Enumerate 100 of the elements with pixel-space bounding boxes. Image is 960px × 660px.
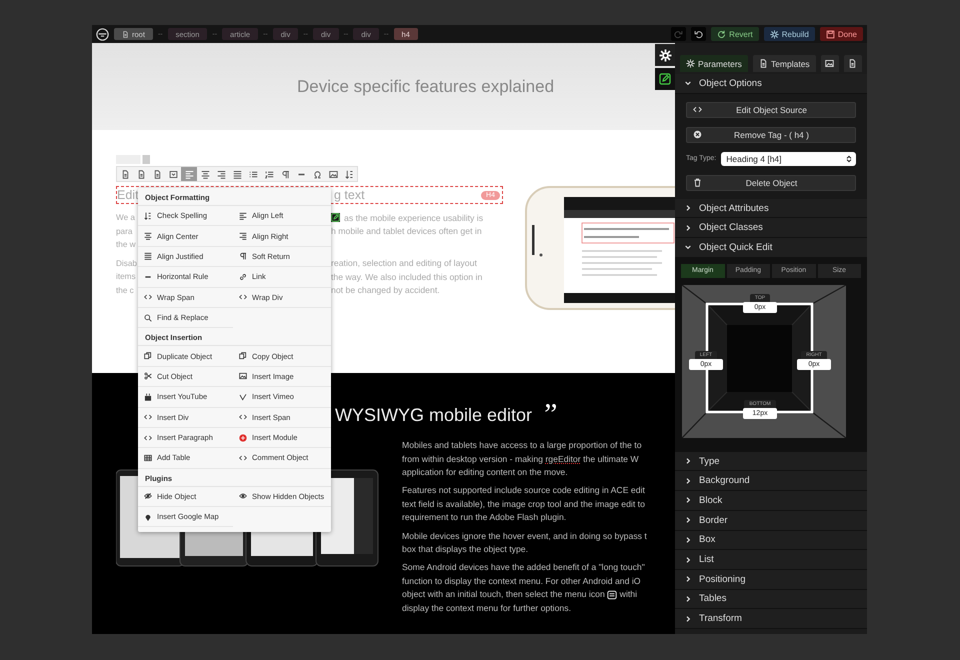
bullet-list-icon (248, 170, 258, 178)
paragraph-text: the c (116, 286, 135, 295)
search-icon (144, 314, 152, 322)
chevron-right-icon (684, 594, 692, 603)
page-title: Device specific features explained (297, 76, 554, 96)
plus-icon (239, 434, 247, 442)
source-button[interactable]: Edit Object Source (686, 102, 856, 118)
code-icon (693, 105, 702, 114)
paragraph-line: from within desktop version - making rgeEditor the ultimate W (402, 452, 640, 466)
paragraph-text: items (116, 272, 137, 282)
document-icon (152, 170, 162, 178)
align-center-icon (144, 232, 152, 240)
document-icon (136, 170, 146, 178)
panel-tab[interactable] (844, 55, 862, 72)
pencil-icon (659, 73, 671, 85)
revert-button[interactable]: Revert (711, 27, 759, 41)
edit-toggle-button[interactable] (655, 68, 675, 90)
panel-tab[interactable]: Parameters (680, 55, 748, 72)
trash-icon (693, 178, 702, 188)
paragraph-text: reation, selection and editing of layout (331, 258, 477, 268)
code-icon (144, 293, 152, 302)
sort-icon (344, 170, 354, 178)
hidden-eye-icon (144, 492, 152, 500)
sort-icon (144, 212, 152, 220)
map-pin-icon (144, 512, 152, 521)
updown-icon (845, 154, 853, 163)
save-icon (826, 30, 835, 38)
video-icon (144, 392, 152, 401)
panel-tab[interactable] (820, 55, 839, 72)
undo-button[interactable] (691, 27, 706, 41)
image-icon (825, 59, 834, 68)
done-button[interactable]: Done (820, 27, 863, 41)
align-right-icon (216, 170, 226, 178)
chevron-down-icon (684, 79, 692, 88)
chevron-right-icon (684, 476, 692, 485)
chevron-right-icon (684, 496, 692, 504)
paragraph-text: para (116, 226, 134, 236)
paragraph-line: box that displays the object type. (402, 543, 530, 556)
chevron-right-icon (684, 536, 692, 544)
omega-icon (312, 170, 322, 178)
settings-button[interactable] (655, 44, 675, 66)
remove-button[interactable]: Remove Tag - ( h4 ) (686, 126, 856, 143)
refresh-icon (717, 30, 726, 38)
quote-mark: ” (544, 400, 558, 430)
chevron-right-icon (684, 224, 692, 232)
code-icon (239, 293, 247, 302)
paragraph-text: We a (116, 213, 136, 222)
paragraph-text: the way. We also included this option in (331, 272, 482, 282)
pilcrow-icon (239, 252, 247, 260)
align-center-icon (200, 170, 210, 178)
paragraph-text: h mobile and tablet devices often get in (331, 226, 482, 236)
document-icon (758, 59, 768, 68)
tag-type-select[interactable]: Heading 4 [h4] (721, 152, 856, 166)
undo-icon (694, 30, 704, 38)
section-title: WYSIWYG mobile editor (335, 404, 532, 426)
code-icon (239, 413, 247, 422)
chevron-right-icon (684, 556, 692, 564)
paragraph-text: as the mobile experience usability is (344, 212, 484, 223)
copy-icon (239, 352, 247, 360)
paragraph-line: Some Android devices have the added benefit of a "long touch" (402, 561, 646, 574)
paragraph-line: requirement to run the Adobe Flash plugin. (402, 511, 568, 524)
rebuild-button[interactable]: Rebuild (764, 27, 815, 41)
code-icon (144, 434, 152, 442)
paragraph-line: text field is available), the image crop tool and the image edit to (402, 498, 646, 511)
justify-icon (144, 252, 152, 260)
panel-tab[interactable]: Templates (752, 55, 816, 72)
logo-icon (96, 28, 109, 40)
align-left-icon (184, 170, 194, 178)
paragraph-line: display the context menu for further options. (402, 602, 572, 616)
toolbar-button[interactable] (181, 167, 197, 181)
heading-text: Edit (117, 187, 138, 203)
settings-icon (658, 48, 672, 62)
drag-handle[interactable] (116, 155, 150, 164)
chevron-down-icon (684, 243, 692, 252)
paragraph-line: object with an initial touch, then select the menu icon withi (402, 588, 638, 602)
image-icon (239, 372, 247, 380)
chevron-right-icon (684, 204, 692, 212)
heading-text: g text (334, 187, 365, 203)
chevron-right-icon (684, 575, 692, 584)
redo-icon (674, 30, 684, 38)
paragraph-line: Mobile devices ignore the hover event, and in doing so bypass t (402, 530, 647, 543)
copy-icon (144, 352, 152, 360)
paragraph-line: application for editing content on the move. (402, 466, 569, 480)
table-icon (144, 454, 152, 462)
close-icon (693, 130, 702, 140)
link-icon (239, 272, 247, 281)
align-left-icon (239, 212, 247, 220)
menu-icon (607, 590, 618, 600)
paragraph-text: Disab (116, 258, 137, 268)
pilcrow-icon (280, 170, 290, 178)
paragraph-text: not be changed by accident. (331, 285, 440, 296)
scissors-icon (144, 372, 152, 380)
settings-icon (770, 30, 779, 38)
numbered-list-icon (264, 170, 274, 178)
delete-button[interactable]: Delete Object (686, 174, 856, 191)
paragraph-line: Mobiles and tablets have access to a large proportion of the to (402, 439, 643, 452)
code-icon (239, 454, 247, 462)
code-icon (144, 413, 152, 422)
document-icon (848, 59, 858, 68)
justify-icon (232, 170, 242, 178)
